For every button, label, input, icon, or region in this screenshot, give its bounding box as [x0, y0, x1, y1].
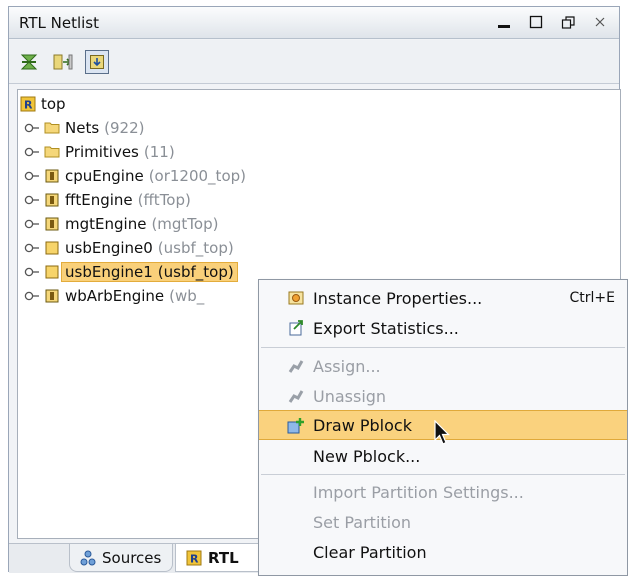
menu-item-instance-properties[interactable]: Instance Properties... Ctrl+E	[259, 283, 627, 313]
panel-titlebar: RTL Netlist	[9, 7, 619, 39]
expand-toggle-icon[interactable]	[24, 120, 40, 136]
menu-item-label: Set Partition	[313, 512, 412, 532]
window-controls	[493, 11, 611, 33]
tree-item-mgtengine[interactable]: mgtEngine (mgtTop)	[24, 212, 218, 236]
rtl-top-icon: R	[20, 96, 36, 112]
menu-item-set-partition: Set Partition	[259, 507, 627, 537]
expand-toggle-icon[interactable]	[24, 288, 40, 304]
maximize-icon[interactable]	[525, 11, 547, 33]
tree-item-name: Primitives	[65, 143, 139, 161]
selected-item-highlight: usbEngine1 (usbf_top)	[61, 262, 238, 282]
tree-item-name: Nets	[65, 119, 100, 137]
tree-item-detail: (11)	[143, 143, 175, 161]
expand-toggle-icon[interactable]	[24, 264, 40, 280]
tab-sources-label: Sources	[102, 548, 162, 567]
export-icon	[287, 319, 305, 337]
menu-separator	[261, 347, 625, 348]
tree-item-cpuengine[interactable]: cpuEngine (or1200_top)	[24, 164, 246, 188]
menu-item-label: Assign...	[313, 356, 381, 376]
expand-toggle-icon[interactable]	[24, 192, 40, 208]
expand-all-icon[interactable]	[51, 50, 75, 74]
restore-icon[interactable]	[557, 11, 579, 33]
tree-item-detail: (or1200_top)	[148, 167, 246, 185]
tree-item-primitives[interactable]: Primitives (11)	[24, 140, 175, 164]
tree-item-fftengine[interactable]: fftEngine (fftTop)	[24, 188, 191, 212]
svg-text:R: R	[24, 99, 33, 112]
tree-item-name: fftEngine	[65, 191, 133, 209]
menu-item-label: Instance Properties...	[313, 288, 483, 308]
tree-item-detail: (wb_	[169, 287, 205, 305]
menu-item-shortcut: Ctrl+E	[569, 290, 616, 306]
panel-toolbar	[9, 40, 619, 84]
module-icon	[44, 216, 60, 232]
menu-item-label: Draw Pblock	[313, 415, 412, 435]
menu-separator	[261, 474, 625, 475]
sources-icon	[80, 550, 96, 566]
collapse-all-icon[interactable]	[17, 50, 41, 74]
menu-item-export-statistics[interactable]: Export Statistics...	[259, 313, 627, 343]
menu-item-label: Clear Partition	[313, 542, 427, 562]
close-icon[interactable]	[589, 11, 611, 33]
rtl-tab-icon: R	[186, 550, 202, 566]
menu-item-label: Unassign	[313, 386, 387, 406]
tree-item-name: mgtEngine	[65, 215, 147, 233]
tree-item-name: cpuEngine	[65, 167, 144, 185]
expand-toggle-icon[interactable]	[24, 216, 40, 232]
tree-item-detail: (usbf_top)	[157, 239, 234, 257]
tab-sources[interactable]: Sources	[69, 544, 173, 572]
tab-rtl-label: RTL	[208, 548, 239, 567]
folder-icon	[44, 144, 60, 160]
tree-item-name: usbEngine0	[65, 239, 153, 257]
menu-item-clear-partition[interactable]: Clear Partition	[259, 537, 627, 567]
menu-item-draw-pblock[interactable]: Draw Pblock	[259, 410, 627, 440]
tree-root[interactable]: R top	[20, 92, 66, 116]
menu-item-new-pblock[interactable]: New Pblock...	[259, 441, 627, 471]
module-icon	[44, 288, 60, 304]
menu-item-unassign: Unassign	[259, 381, 627, 411]
tree-root-label: top	[41, 95, 66, 113]
tree-item-name: wbArbEngine	[65, 287, 165, 305]
tab-rtl[interactable]: R RTL	[175, 544, 265, 572]
tree-item-usbengine1[interactable]: usbEngine1 (usbf_top)	[24, 260, 238, 284]
context-menu: Instance Properties... Ctrl+E Export Sta…	[258, 279, 628, 576]
properties-icon	[287, 289, 305, 307]
menu-item-label: Import Partition Settings...	[313, 482, 524, 502]
unassign-icon	[287, 387, 305, 405]
tree-item-name: usbEngine1	[65, 263, 153, 281]
expand-toggle-icon[interactable]	[24, 144, 40, 160]
svg-text:R: R	[190, 552, 199, 565]
menu-item-import-partition-settings: Import Partition Settings...	[259, 477, 627, 507]
assign-icon	[287, 357, 305, 375]
menu-item-assign: Assign...	[259, 351, 627, 381]
tree-item-detail: (922)	[104, 119, 145, 137]
module-icon	[44, 192, 60, 208]
show-hierarchy-icon[interactable]	[85, 50, 109, 74]
tree-item-detail: (fftTop)	[137, 191, 191, 209]
expand-toggle-icon[interactable]	[24, 240, 40, 256]
box-icon	[44, 264, 60, 280]
module-icon	[44, 168, 60, 184]
menu-item-label: New Pblock...	[313, 446, 421, 466]
panel-title: RTL Netlist	[19, 14, 99, 32]
tree-item-usbengine0[interactable]: usbEngine0 (usbf_top)	[24, 236, 234, 260]
tree-item-detail: (usbf_top)	[157, 263, 234, 281]
tree-item-nets[interactable]: Nets (922)	[24, 116, 145, 140]
folder-icon	[44, 120, 60, 136]
menu-item-label: Export Statistics...	[313, 318, 459, 338]
tree-item-detail: (mgtTop)	[151, 215, 219, 233]
draw-pblock-icon	[287, 417, 305, 435]
box-icon	[44, 240, 60, 256]
tree-item-wbarbengine[interactable]: wbArbEngine (wb_	[24, 284, 204, 308]
minimize-icon[interactable]	[493, 11, 515, 33]
expand-toggle-icon[interactable]	[24, 168, 40, 184]
